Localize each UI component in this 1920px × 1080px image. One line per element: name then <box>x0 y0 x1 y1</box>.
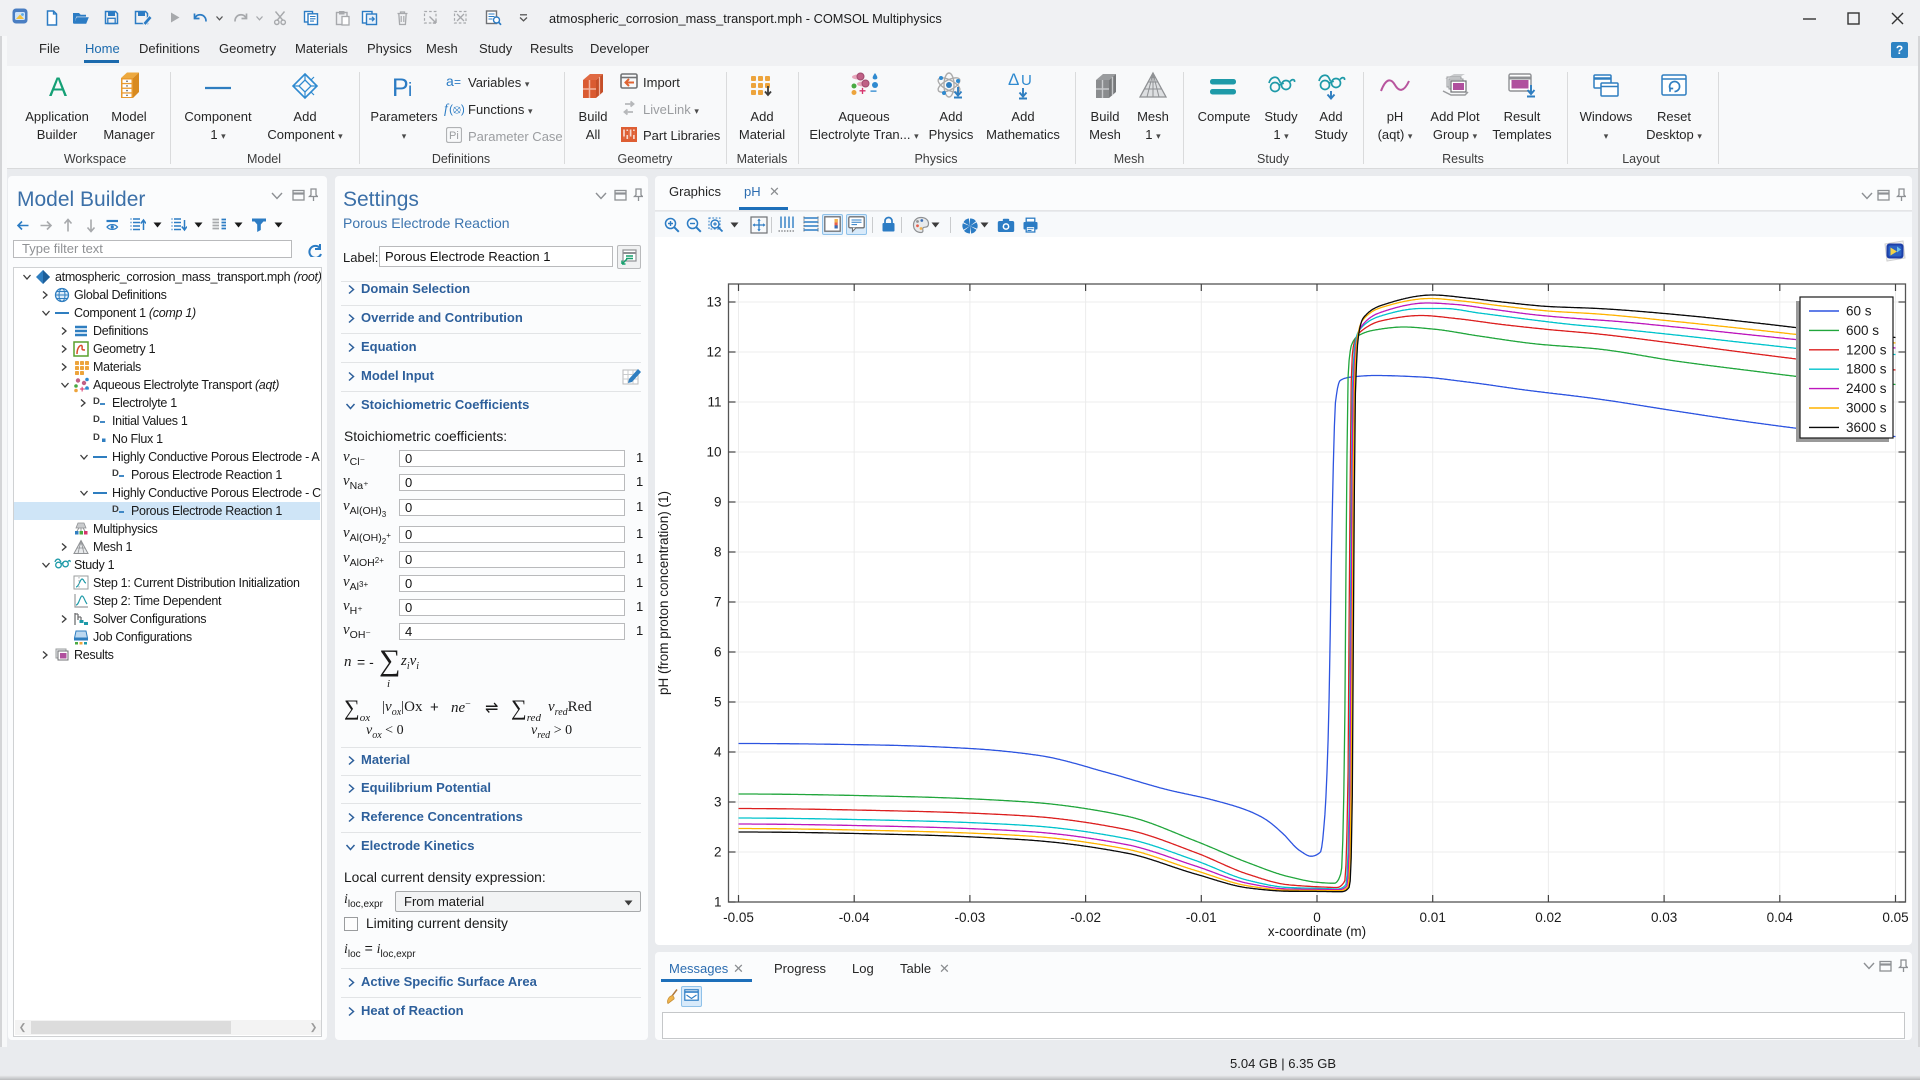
svg-text:−: − <box>870 84 877 98</box>
svg-text:3000 s: 3000 s <box>1846 401 1887 416</box>
svg-text:4: 4 <box>714 745 722 760</box>
svg-text:1200 s: 1200 s <box>1846 342 1887 357</box>
svg-text:D: D <box>112 468 119 479</box>
svg-text:-0.03: -0.03 <box>955 910 986 925</box>
svg-text:a: a <box>446 74 454 89</box>
svg-text:60 s: 60 s <box>1846 304 1872 319</box>
svg-text:6: 6 <box>714 645 722 660</box>
svg-text:U: U <box>1021 72 1032 89</box>
svg-text:5: 5 <box>714 695 722 710</box>
svg-text:0: 0 <box>1313 910 1321 925</box>
svg-text:0.02: 0.02 <box>1535 910 1561 925</box>
svg-text:1800 s: 1800 s <box>1846 362 1887 377</box>
svg-text:3600 s: 3600 s <box>1846 420 1887 435</box>
svg-text:2400 s: 2400 s <box>1846 381 1887 396</box>
svg-text:-0.05: -0.05 <box>723 910 754 925</box>
svg-text:1: 1 <box>714 895 722 910</box>
svg-text:13: 13 <box>706 295 721 310</box>
svg-text:x-coordinate (m): x-coordinate (m) <box>1268 924 1366 939</box>
svg-text:9: 9 <box>714 495 722 510</box>
svg-text:−: − <box>84 384 89 393</box>
svg-text:600 s: 600 s <box>1846 323 1879 338</box>
svg-text:D: D <box>93 396 100 407</box>
svg-text:D: D <box>112 504 119 515</box>
svg-text:pH (from proton concentration): pH (from proton concentration) (1) <box>656 491 671 695</box>
svg-text:-0.04: -0.04 <box>839 910 870 925</box>
svg-text:A: A <box>49 72 67 100</box>
svg-text:i: i <box>408 80 412 100</box>
svg-text:D: D <box>93 414 100 425</box>
svg-text:+: + <box>859 84 866 98</box>
svg-text:12: 12 <box>706 345 721 360</box>
svg-text:Δ: Δ <box>1008 71 1019 89</box>
svg-text:0.01: 0.01 <box>1420 910 1446 925</box>
svg-text:Pi: Pi <box>449 130 459 142</box>
svg-text:11: 11 <box>707 395 721 410</box>
svg-text:0.03: 0.03 <box>1651 910 1677 925</box>
svg-text:0.05: 0.05 <box>1882 910 1908 925</box>
svg-text:-0.02: -0.02 <box>1070 910 1101 925</box>
svg-text:=: = <box>454 75 461 89</box>
svg-text:2: 2 <box>714 845 722 860</box>
svg-text:P: P <box>392 74 409 100</box>
svg-text:-0.01: -0.01 <box>1186 910 1217 925</box>
svg-text:8: 8 <box>714 545 722 560</box>
svg-text:(⦻): (⦻) <box>449 102 464 116</box>
svg-text:D: D <box>93 432 100 443</box>
svg-text:0.04: 0.04 <box>1767 910 1794 925</box>
svg-text:7: 7 <box>714 595 722 610</box>
svg-text:10: 10 <box>706 445 721 460</box>
svg-text:3: 3 <box>714 795 722 810</box>
